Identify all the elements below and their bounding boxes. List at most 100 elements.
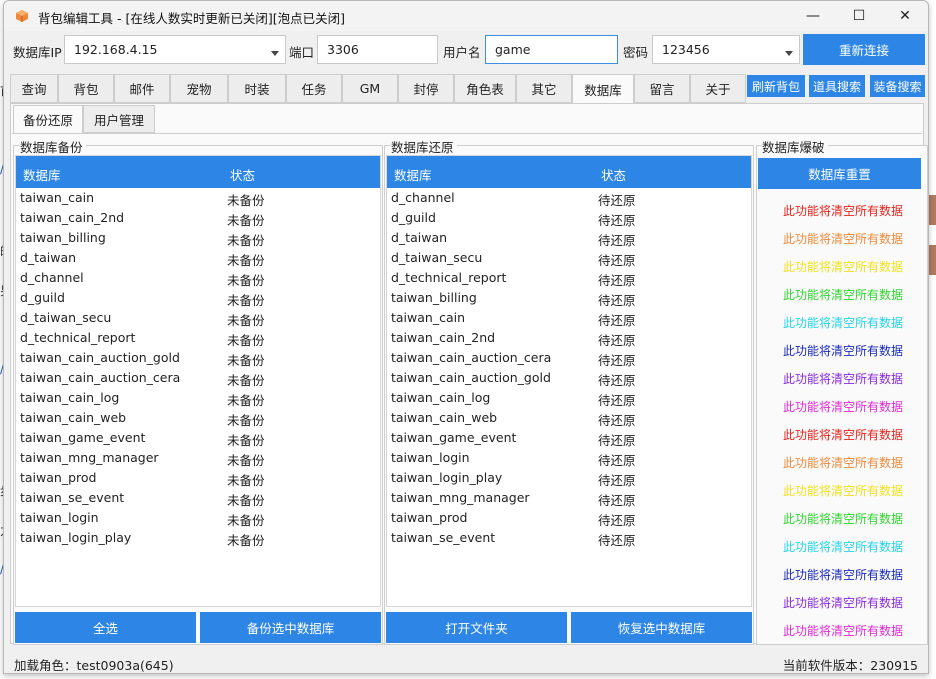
select-all-button[interactable]: 全选 bbox=[15, 612, 196, 643]
table-row[interactable]: taiwan_cain_auction_cera 待还原 bbox=[387, 348, 751, 368]
table-row[interactable]: taiwan_prod 未备份 bbox=[16, 468, 380, 488]
table-row[interactable]: d_guild 待还原 bbox=[387, 208, 751, 228]
table-row[interactable]: taiwan_game_event 待还原 bbox=[387, 428, 751, 448]
table-row[interactable]: taiwan_cain_web 待还原 bbox=[387, 408, 751, 428]
table-row[interactable]: d_channel 未备份 bbox=[16, 268, 380, 288]
status-cell: 未备份 bbox=[227, 413, 265, 428]
table-row[interactable]: taiwan_game_event 未备份 bbox=[16, 428, 380, 448]
tab-pet[interactable]: 宠物 bbox=[170, 74, 228, 103]
column-header-status: 状态 bbox=[601, 168, 627, 183]
table-row[interactable]: taiwan_prod 待还原 bbox=[387, 508, 751, 528]
table-row[interactable]: d_guild 未备份 bbox=[16, 288, 380, 308]
wipe-warning-text: 此功能将清空所有数据 bbox=[782, 344, 903, 358]
minimize-button[interactable]: — bbox=[790, 1, 836, 31]
tab-about[interactable]: 关于 bbox=[690, 74, 746, 103]
database-name-cell: taiwan_billing bbox=[391, 290, 477, 305]
tab-ban[interactable]: 封停 bbox=[398, 74, 454, 103]
table-row[interactable]: d_taiwan_secu 未备份 bbox=[16, 308, 380, 328]
tab-message[interactable]: 留言 bbox=[634, 74, 690, 103]
status-cell: 未备份 bbox=[227, 473, 265, 488]
status-cell: 未备份 bbox=[227, 533, 265, 548]
table-row[interactable]: taiwan_login_play 待还原 bbox=[387, 468, 751, 488]
status-cell: 未备份 bbox=[227, 353, 265, 368]
subtab-backup-restore[interactable]: 备份还原 bbox=[13, 105, 83, 134]
table-row[interactable]: taiwan_cain 未备份 bbox=[16, 188, 380, 208]
tab-database[interactable]: 数据库 bbox=[572, 74, 634, 104]
table-row[interactable]: taiwan_cain 待还原 bbox=[387, 308, 751, 328]
table-row[interactable]: d_taiwan 待还原 bbox=[387, 228, 751, 248]
refresh-bag-button[interactable]: 刷新背包 bbox=[747, 75, 805, 97]
database-name-cell: taiwan_mng_manager bbox=[391, 490, 530, 505]
equip-search-button[interactable]: 装备搜索 bbox=[870, 75, 925, 97]
item-search-button[interactable]: 道具搜索 bbox=[809, 75, 865, 97]
restore-list[interactable]: 数据库 状态 d_channel 待还原 d_guild 待还原 d_taiwan 待还原… bbox=[386, 155, 752, 607]
status-cell: 未备份 bbox=[227, 253, 265, 268]
chevron-down-icon bbox=[785, 51, 793, 56]
wipe-warning-text: 此功能将清空所有数据 bbox=[782, 316, 903, 330]
tab-label: 数据库 bbox=[584, 82, 622, 98]
table-row[interactable]: taiwan_mng_manager 待还原 bbox=[387, 488, 751, 508]
tab-fashion[interactable]: 时装 bbox=[228, 74, 286, 103]
status-cell: 待还原 bbox=[598, 373, 636, 388]
close-button[interactable]: ✕ bbox=[882, 1, 928, 31]
status-cell: 待还原 bbox=[598, 533, 636, 548]
table-row[interactable]: taiwan_login_play 未备份 bbox=[16, 528, 380, 548]
button-label: 打开文件夹 bbox=[445, 621, 508, 636]
status-cell: 待还原 bbox=[598, 353, 636, 368]
backup-selected-button[interactable]: 备份选中数据库 bbox=[200, 612, 381, 643]
tab-quest[interactable]: 任务 bbox=[286, 74, 342, 103]
table-row[interactable]: d_taiwan 未备份 bbox=[16, 248, 380, 268]
subtab-user-management[interactable]: 用户管理 bbox=[83, 105, 155, 133]
database-name-cell: taiwan_se_event bbox=[391, 530, 496, 545]
username-input[interactable]: game bbox=[485, 35, 618, 64]
open-folder-button[interactable]: 打开文件夹 bbox=[386, 612, 567, 643]
table-row[interactable]: taiwan_cain_log 未备份 bbox=[16, 388, 380, 408]
ip-select[interactable]: 192.168.4.15 bbox=[64, 35, 286, 64]
backup-list[interactable]: 数据库 状态 taiwan_cain 未备份 taiwan_cain_2nd 未备份 t… bbox=[15, 155, 381, 607]
database-name-cell: d_channel bbox=[20, 270, 84, 285]
database-name-cell: taiwan_prod bbox=[20, 470, 97, 485]
restore-group-title: 数据库还原 bbox=[391, 137, 457, 156]
status-cell: 待还原 bbox=[598, 493, 636, 508]
restore-selected-button[interactable]: 恢复选中数据库 bbox=[571, 612, 752, 643]
wipe-warning-text: 此功能将清空所有数据 bbox=[782, 204, 903, 218]
tab-bag[interactable]: 背包 bbox=[58, 74, 114, 103]
table-row[interactable]: taiwan_se_event 未备份 bbox=[16, 488, 380, 508]
table-row[interactable]: taiwan_login 未备份 bbox=[16, 508, 380, 528]
table-row[interactable]: taiwan_cain_web 未备份 bbox=[16, 408, 380, 428]
table-row[interactable]: taiwan_billing 未备份 bbox=[16, 228, 380, 248]
table-row[interactable]: taiwan_cain_log 待还原 bbox=[387, 388, 751, 408]
tab-gm[interactable]: GM bbox=[342, 74, 398, 103]
tab-other[interactable]: 其它 bbox=[516, 74, 572, 103]
database-reset-button[interactable]: 数据库重置 bbox=[758, 158, 921, 189]
tab-query[interactable]: 查询 bbox=[10, 74, 58, 103]
table-row[interactable]: taiwan_cain_auction_gold 未备份 bbox=[16, 348, 380, 368]
table-row[interactable]: taiwan_cain_2nd 待还原 bbox=[387, 328, 751, 348]
username-label: 用户名 bbox=[443, 45, 481, 60]
tab-character[interactable]: 角色表 bbox=[454, 74, 516, 103]
tab-label: 留言 bbox=[649, 82, 675, 97]
status-cell: 未备份 bbox=[227, 373, 265, 388]
password-select[interactable]: 123456 bbox=[652, 35, 800, 64]
status-bar: 加载角色：test0903a(645) 当前软件版本：230915 bbox=[4, 649, 928, 673]
port-input[interactable]: 3306 bbox=[317, 35, 438, 64]
database-name-cell: taiwan_cain_web bbox=[391, 410, 498, 425]
database-name-cell: taiwan_cain_2nd bbox=[391, 330, 496, 345]
database-name-cell: taiwan_cain_auction_cera bbox=[391, 350, 552, 365]
table-row[interactable]: taiwan_cain_auction_gold 待还原 bbox=[387, 368, 751, 388]
database-name-cell: d_taiwan_secu bbox=[20, 310, 112, 325]
reconnect-button[interactable]: 重新连接 bbox=[803, 34, 925, 65]
table-row[interactable]: d_technical_report 待还原 bbox=[387, 268, 751, 288]
maximize-button[interactable]: ☐ bbox=[836, 1, 882, 31]
table-row[interactable]: d_channel 待还原 bbox=[387, 188, 751, 208]
table-row[interactable]: d_taiwan_secu 待还原 bbox=[387, 248, 751, 268]
table-row[interactable]: taiwan_mng_manager 未备份 bbox=[16, 448, 380, 468]
tab-mail[interactable]: 邮件 bbox=[114, 74, 170, 103]
table-row[interactable]: taiwan_cain_auction_cera 未备份 bbox=[16, 368, 380, 388]
table-row[interactable]: d_technical_report 未备份 bbox=[16, 328, 380, 348]
table-row[interactable]: taiwan_login 待还原 bbox=[387, 448, 751, 468]
table-row[interactable]: taiwan_billing 待还原 bbox=[387, 288, 751, 308]
table-row[interactable]: taiwan_se_event 待还原 bbox=[387, 528, 751, 548]
database-name-cell: d_taiwan_secu bbox=[391, 250, 483, 265]
table-row[interactable]: taiwan_cain_2nd 未备份 bbox=[16, 208, 380, 228]
